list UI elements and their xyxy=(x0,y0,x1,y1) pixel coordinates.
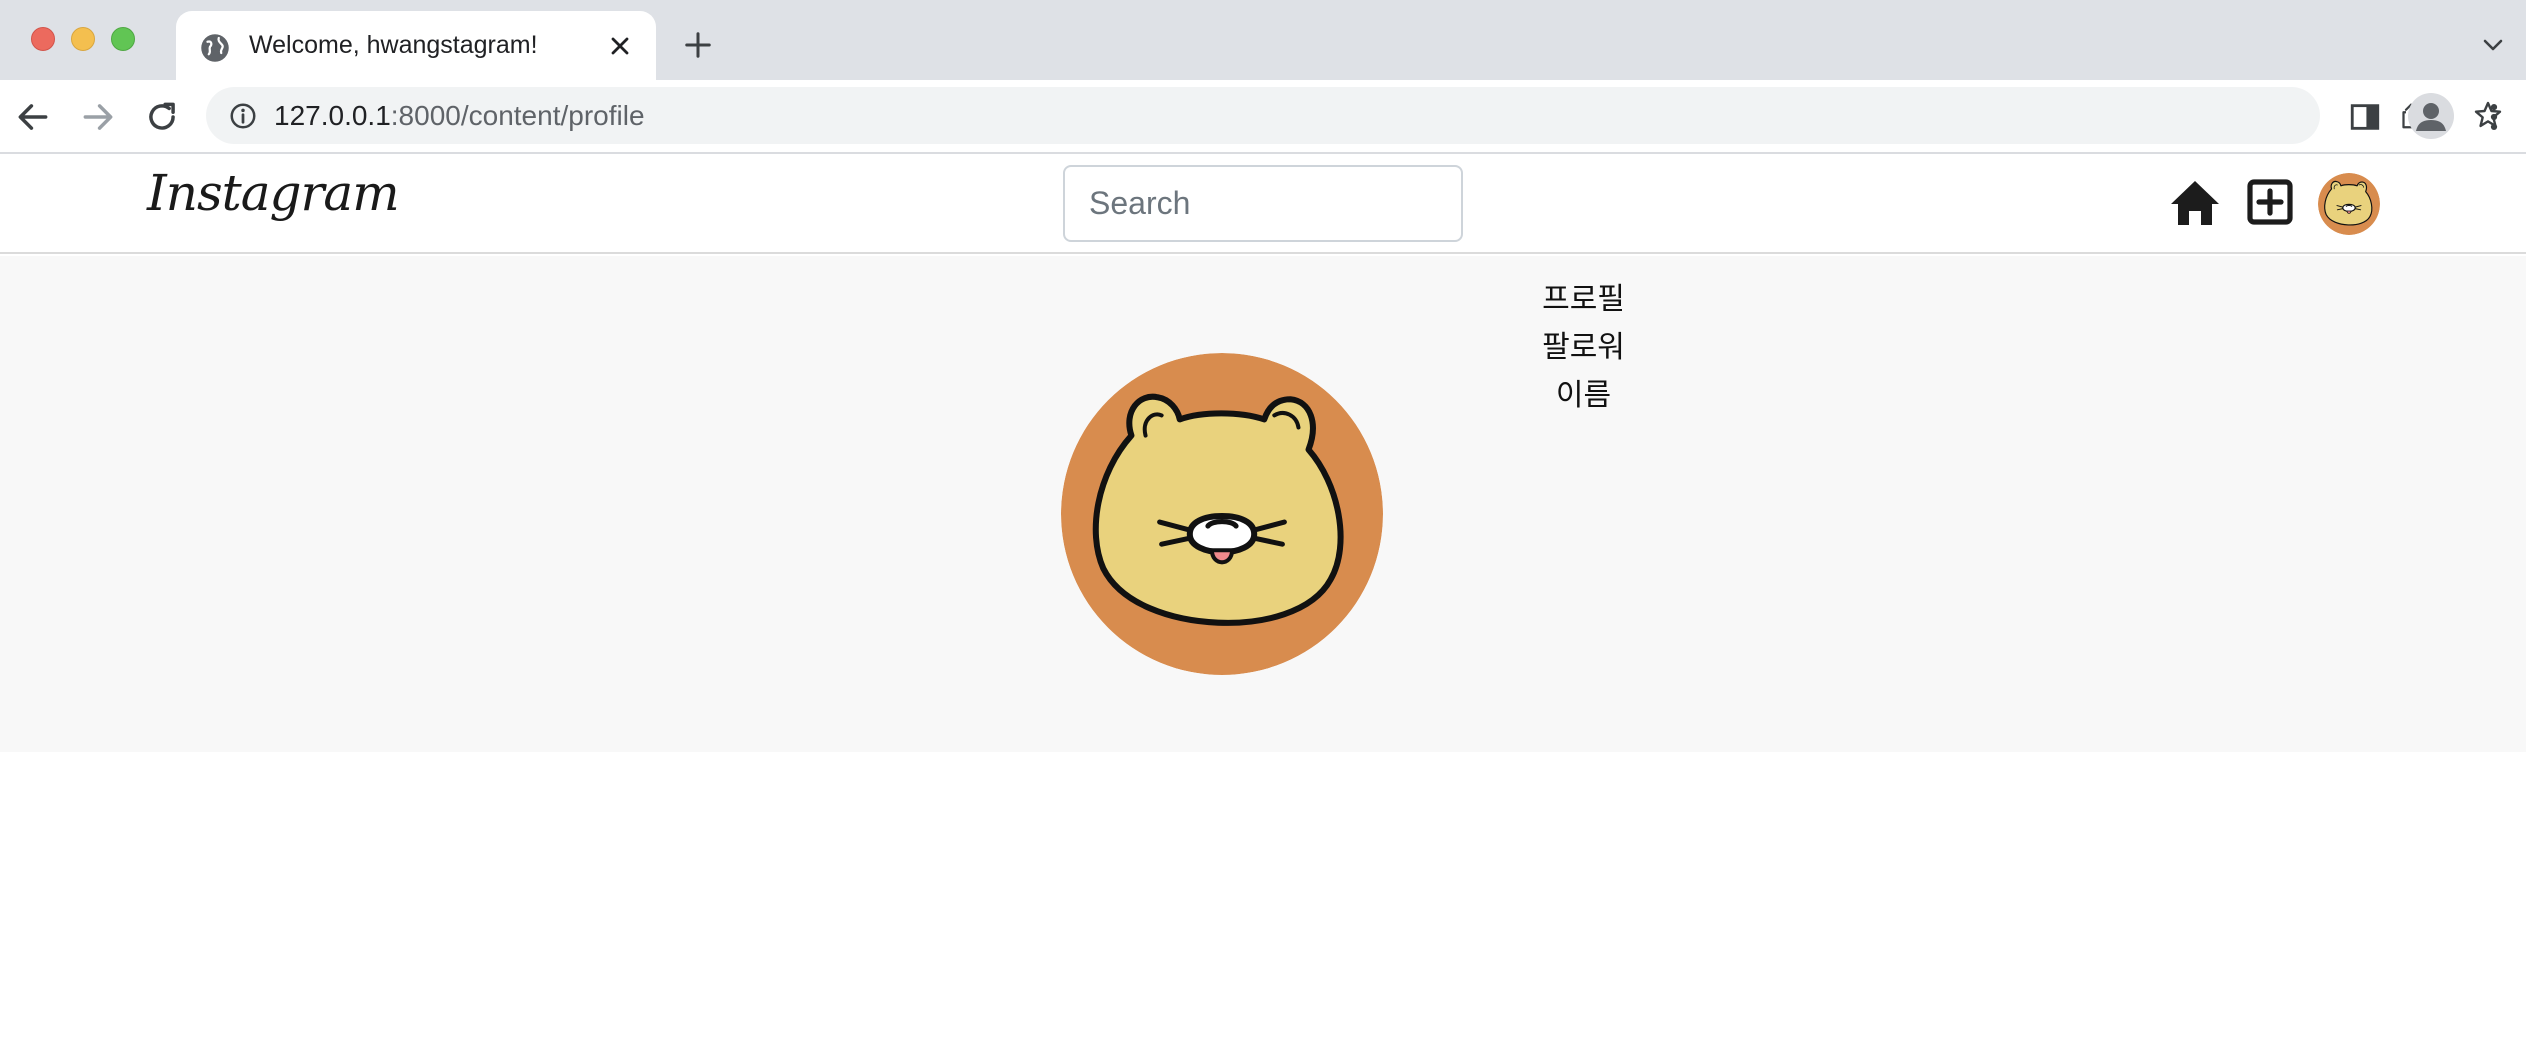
url-host: 127.0.0.1 xyxy=(274,100,391,131)
home-icon[interactable] xyxy=(2169,179,2221,227)
info-icon[interactable] xyxy=(228,101,258,131)
browser-toolbar: 127.0.0.1:8000/content/profile xyxy=(0,80,2526,154)
window-maximize-button[interactable] xyxy=(111,27,135,51)
kebab-menu-icon[interactable] xyxy=(2482,100,2506,134)
plus-icon[interactable] xyxy=(683,30,713,60)
reload-icon[interactable] xyxy=(143,98,181,136)
page-content: Instagram 프로필 팔로워 이름 xyxy=(0,154,2526,1044)
window-close-button[interactable] xyxy=(31,27,55,51)
search-input[interactable] xyxy=(1063,165,1463,242)
url-path: :8000/content/profile xyxy=(390,100,645,131)
tab-title: Welcome, hwangstagram! xyxy=(249,31,538,59)
arrow-right-icon[interactable] xyxy=(79,98,117,136)
profile-picture[interactable] xyxy=(1061,353,1383,675)
profile-label: 프로필 xyxy=(1542,282,1625,317)
globe-icon xyxy=(201,34,229,62)
profile-button[interactable] xyxy=(2408,93,2454,139)
url-text[interactable]: 127.0.0.1:8000/content/profile xyxy=(274,100,645,132)
site-navbar: Instagram xyxy=(0,154,2526,254)
close-icon[interactable] xyxy=(606,32,634,60)
profile-info: 프로필 팔로워 이름 xyxy=(1490,276,1677,420)
window-minimize-button[interactable] xyxy=(71,27,95,51)
browser-tab-strip: Welcome, hwangstagram! xyxy=(0,0,2526,80)
person-icon xyxy=(2416,103,2446,131)
side-panel-icon[interactable] xyxy=(2348,100,2382,134)
instagram-logo[interactable]: Instagram xyxy=(147,164,400,222)
browser-tab-active[interactable]: Welcome, hwangstagram! xyxy=(176,11,656,80)
address-bar[interactable]: 127.0.0.1:8000/content/profile xyxy=(206,87,2502,144)
name-label: 이름 xyxy=(1555,378,1612,413)
followers-label: 팔로워 xyxy=(1542,330,1625,365)
avatar[interactable] xyxy=(2318,173,2380,235)
arrow-left-icon[interactable] xyxy=(14,98,52,136)
plus-square-icon[interactable] xyxy=(2246,178,2294,226)
chevron-down-icon[interactable] xyxy=(2478,33,2508,57)
profile-section: 프로필 팔로워 이름 xyxy=(0,256,2526,752)
